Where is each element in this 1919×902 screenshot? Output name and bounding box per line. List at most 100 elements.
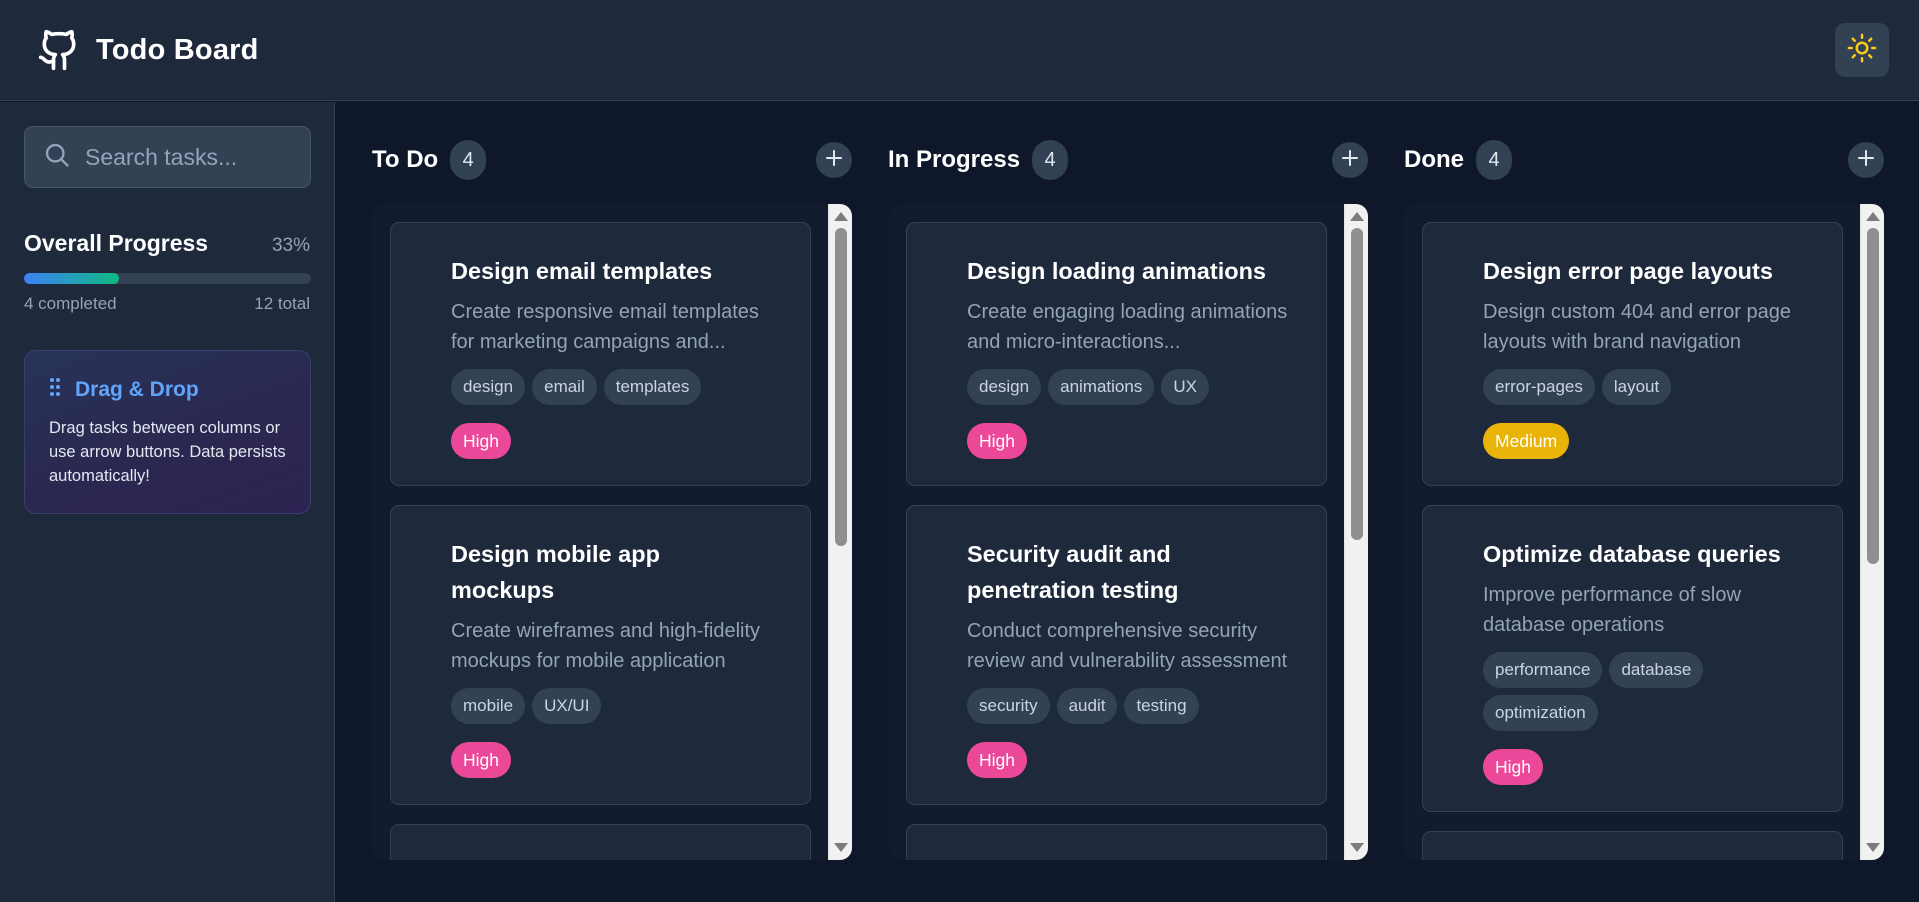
task-description: Create engaging loading animations and m…: [967, 301, 1288, 353]
column-scrollbar[interactable]: [1344, 204, 1368, 860]
tag: audit: [1056, 688, 1118, 724]
tag: UX: [1161, 369, 1209, 405]
priority-badge: High: [451, 423, 511, 459]
column-in-progress: In Progress 4 Design loading animations …: [888, 138, 1368, 860]
task-card[interactable]: Security audit and penetration testing C…: [906, 505, 1327, 805]
tag: animations: [1048, 369, 1155, 405]
github-icon[interactable]: [36, 27, 82, 73]
add-task-button[interactable]: [1332, 142, 1368, 178]
column-title-group: In Progress 4: [888, 140, 1069, 180]
sun-icon: [1847, 33, 1877, 68]
drag-drop-info-card: Drag & Drop Drag tasks between columns o…: [24, 350, 311, 514]
column-title: To Do: [372, 146, 439, 173]
card-list: Design email templates Create responsive…: [390, 222, 811, 860]
drag-handle-icon: [49, 377, 61, 402]
task-title: Design mobile app mockups: [451, 541, 660, 603]
search-icon: [43, 141, 71, 174]
tag: testing: [1124, 688, 1199, 724]
scroll-up-arrow-icon[interactable]: [834, 212, 848, 221]
tag: design: [451, 369, 526, 405]
column-count-badge: 4: [450, 140, 487, 180]
tag: performance: [1483, 652, 1603, 688]
tag: mobile: [451, 688, 526, 724]
task-card[interactable]: Design error page layouts Design custom …: [1422, 222, 1843, 486]
theme-toggle-button[interactable]: [1835, 23, 1889, 77]
scrollbar-thumb[interactable]: [1867, 228, 1879, 564]
progress-bar-fill: [24, 273, 119, 284]
scroll-up-arrow-icon[interactable]: [1350, 212, 1364, 221]
column-done: Done 4 Design error page layouts Design …: [1404, 138, 1884, 860]
column-title: In Progress: [888, 146, 1021, 173]
add-task-button[interactable]: [816, 142, 852, 178]
tag-list: design animations UX: [967, 369, 1298, 405]
progress-footer: 4 completed 12 total: [24, 294, 310, 314]
column-header: To Do 4: [372, 138, 852, 182]
tag: optimization: [1483, 695, 1598, 731]
priority-badge: High: [1483, 749, 1543, 785]
tag: templates: [603, 369, 702, 405]
task-card[interactable]: Design email templates Create responsive…: [390, 222, 811, 486]
tag: email: [532, 369, 597, 405]
progress-percent: 33%: [271, 235, 310, 256]
task-card[interactable]: [1422, 831, 1843, 860]
column-todo: To Do 4 Design email templates Create re…: [372, 138, 852, 860]
tag-list: performance database optimization: [1483, 652, 1743, 731]
column-title: Done: [1404, 146, 1464, 173]
column-header: Done 4: [1404, 138, 1884, 182]
drag-drop-title: Drag & Drop: [75, 377, 199, 401]
column-scrollbar[interactable]: [828, 204, 852, 860]
drag-drop-header: Drag & Drop: [49, 377, 286, 402]
priority-badge: High: [451, 742, 511, 778]
column-count-badge: 4: [1032, 140, 1069, 180]
task-title: Optimize database queries: [1483, 541, 1781, 567]
task-title: Design email templates: [451, 258, 713, 284]
priority-badge: High: [967, 423, 1027, 459]
progress-completed: 4 completed: [24, 294, 117, 313]
app-title: Todo Board: [96, 33, 259, 66]
card-list: Design error page layouts Design custom …: [1422, 222, 1843, 860]
tag: error-pages: [1483, 369, 1595, 405]
scrollbar-thumb[interactable]: [835, 228, 847, 546]
tag: design: [967, 369, 1042, 405]
task-card[interactable]: Design mobile app mockups Create wirefra…: [390, 505, 811, 805]
task-card[interactable]: [390, 824, 811, 860]
priority-badge: Medium: [1483, 423, 1570, 459]
card-list: Design loading animations Create engagin…: [906, 222, 1327, 860]
column-count-badge: 4: [1476, 140, 1512, 180]
task-description: Create responsive email templates for ma…: [451, 301, 759, 353]
app-header: Todo Board: [0, 0, 1919, 101]
scroll-down-arrow-icon[interactable]: [1350, 843, 1364, 852]
column-body: Design email templates Create responsive…: [372, 204, 852, 860]
scrollbar-thumb[interactable]: [1351, 228, 1363, 540]
priority-badge: High: [967, 742, 1027, 778]
tag-list: mobile UX/UI: [451, 688, 720, 724]
task-description: Improve performance of slow database ope…: [1483, 584, 1741, 636]
column-scrollbar[interactable]: [1860, 204, 1884, 860]
plus-icon: [1340, 148, 1360, 173]
task-description: Create wireframes and high-fidelity mock…: [451, 620, 761, 672]
plus-icon: [824, 148, 844, 173]
tag-list: error-pages layout: [1483, 369, 1814, 405]
task-card[interactable]: [906, 824, 1327, 860]
task-title: Design error page layouts: [1483, 258, 1773, 284]
progress-header: Overall Progress 33%: [24, 230, 310, 257]
column-body: Design loading animations Create engagin…: [888, 204, 1368, 860]
task-card[interactable]: Optimize database queries Improve perfor…: [1422, 505, 1843, 812]
tag: database: [1609, 652, 1704, 688]
task-description: Design custom 404 and error page layouts…: [1483, 301, 1791, 353]
add-task-button[interactable]: [1848, 142, 1884, 178]
progress-total: 12 total: [254, 294, 310, 313]
tag: UX/UI: [532, 688, 602, 724]
tag-list: design email templates: [451, 369, 782, 405]
scroll-up-arrow-icon[interactable]: [1866, 212, 1880, 221]
scroll-down-arrow-icon[interactable]: [834, 843, 848, 852]
search-input[interactable]: [85, 143, 295, 171]
tag: layout: [1601, 369, 1672, 405]
task-title: Security audit and penetration testing: [967, 541, 1179, 603]
progress-title: Overall Progress: [24, 230, 209, 256]
task-card[interactable]: Design loading animations Create engagin…: [906, 222, 1327, 486]
sidebar: Overall Progress 33% 4 completed 12 tota…: [0, 102, 335, 902]
tag-list: security audit testing: [967, 688, 1236, 724]
scroll-down-arrow-icon[interactable]: [1866, 843, 1880, 852]
search-box[interactable]: [24, 126, 311, 188]
